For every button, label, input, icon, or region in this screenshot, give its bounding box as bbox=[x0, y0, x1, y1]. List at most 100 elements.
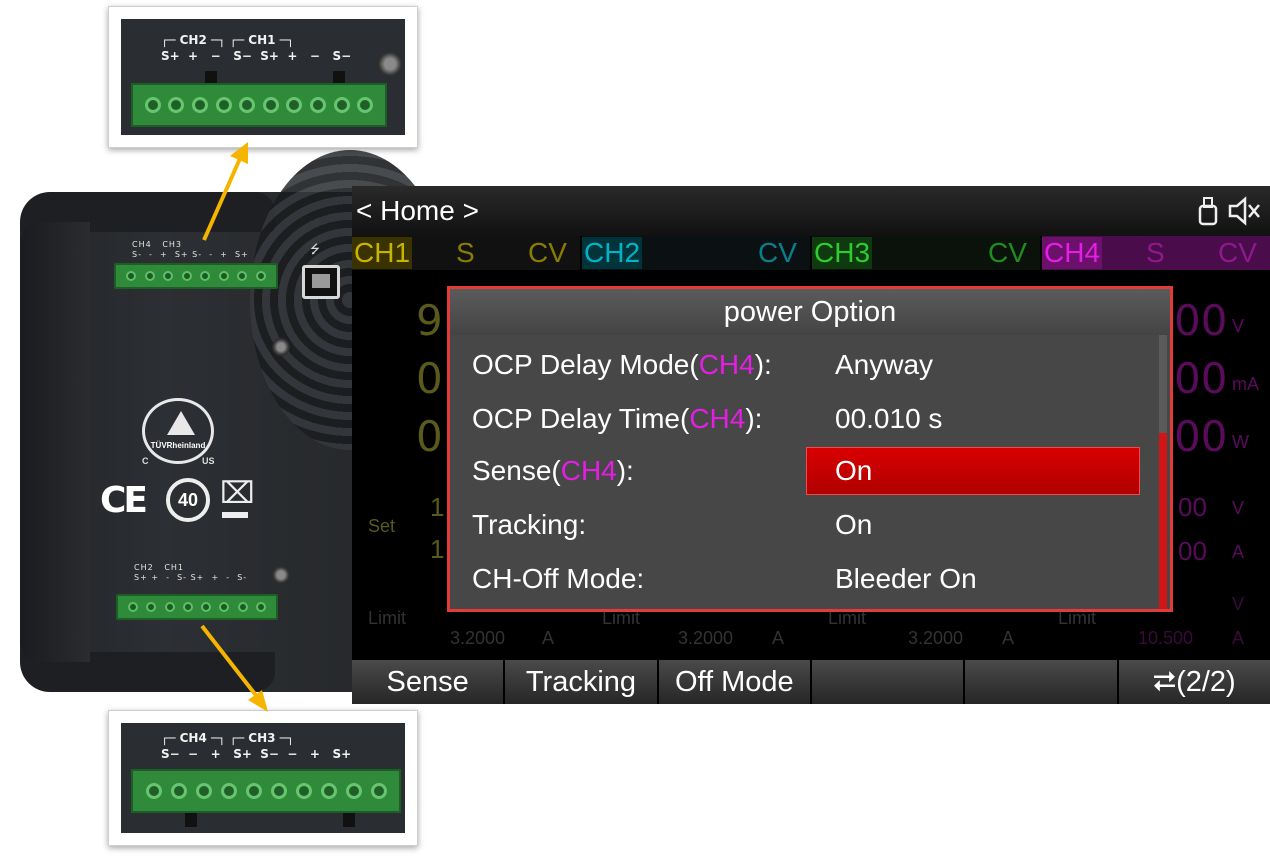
ch1-header[interactable]: CH1 S CV bbox=[352, 236, 580, 270]
softkey-bar: Sense Tracking Off Mode ⮂(2/2) bbox=[352, 660, 1270, 704]
ch4-current-unit: mA bbox=[1232, 374, 1259, 394]
power-option-dialog: power Option OCP Delay Mode(CH4): Anyway… bbox=[447, 286, 1173, 612]
rear-bottom-pin-labels: S+ + - S- S+ + - S- bbox=[134, 573, 248, 582]
option-value: Anyway bbox=[835, 349, 934, 380]
weee-bar bbox=[222, 512, 248, 518]
callout-ch4-ch3: ┌─ CH4 ─┐ ┌─ CH3 ─┐ S− − + S+ S− − + S+ bbox=[108, 710, 418, 846]
ch1-sense: S bbox=[456, 237, 475, 268]
arrow-to-top-callout bbox=[202, 142, 248, 241]
tuv-triangle-icon bbox=[167, 411, 195, 435]
softkey-tracking[interactable]: Tracking bbox=[505, 660, 657, 704]
ch1-set-value: 1 bbox=[430, 492, 445, 522]
terminal-tab bbox=[343, 813, 355, 827]
screw-icon bbox=[272, 566, 290, 584]
dialog-title: power Option bbox=[450, 289, 1170, 335]
softkey-page-toggle[interactable]: ⮂(2/2) bbox=[1118, 660, 1270, 704]
ch4-power-unit: W bbox=[1232, 432, 1249, 452]
left-rail bbox=[20, 222, 90, 662]
ch2-limit-unit: A bbox=[772, 628, 785, 648]
callout-terminal-block bbox=[131, 769, 401, 813]
softkey-empty-4[interactable] bbox=[811, 660, 964, 704]
ch1-tag: CH1 bbox=[352, 237, 413, 269]
arrow-to-bottom-callout bbox=[200, 624, 268, 712]
callout-terminal-block bbox=[131, 83, 387, 127]
softkey-sense[interactable]: Sense bbox=[352, 660, 504, 704]
option-label: OCP Delay Mode(CH4): bbox=[472, 349, 772, 380]
callout-pin-labels: S+ + − S− S+ + − S− bbox=[161, 49, 352, 63]
set-label: Set bbox=[368, 516, 396, 536]
option-value: Bleeder On bbox=[835, 563, 977, 594]
ch4-power-reading: 00 bbox=[1174, 412, 1228, 461]
tuv-logo: TÜVRheinland bbox=[142, 398, 214, 464]
ch4-tag: CH4 bbox=[1042, 237, 1103, 269]
terminal-tab bbox=[185, 813, 197, 827]
option-sense[interactable]: Sense(CH4): On bbox=[450, 447, 1170, 497]
screw-icon bbox=[272, 338, 290, 356]
ce-mark: CE bbox=[100, 480, 148, 521]
dialog-scrollbar[interactable] bbox=[1159, 335, 1167, 609]
ch3-header[interactable]: CH3 CV bbox=[812, 236, 1040, 270]
ch4-set-value: 00 bbox=[1178, 492, 1207, 522]
option-value: 00.010 s bbox=[835, 403, 943, 434]
option-value: On bbox=[835, 509, 873, 540]
ch4-current-reading: 00 bbox=[1174, 354, 1228, 403]
ch4-header[interactable]: CH4 S CV bbox=[1042, 236, 1270, 270]
usb-symbol-icon: ⭍ bbox=[310, 242, 320, 256]
scroll-thumb[interactable] bbox=[1159, 433, 1167, 609]
ch4-limit-unit: A bbox=[1232, 628, 1245, 648]
softkey-empty-5[interactable] bbox=[965, 660, 1117, 704]
ch1-mode: CV bbox=[528, 237, 567, 268]
ch4-mode: CV bbox=[1218, 237, 1257, 268]
lcd-screen: < Home > CH1 S CV CH2 CV CH3 CV CH4 S CV bbox=[352, 186, 1270, 704]
ch4-set-value: 00 bbox=[1178, 536, 1207, 566]
ch4-limit-unit: V bbox=[1232, 594, 1245, 614]
ch4-set-unit: V bbox=[1232, 498, 1245, 518]
callout-group-label: ┌─ CH4 ─┐ ┌─ CH3 ─┐ bbox=[161, 731, 295, 745]
ch3-tag: CH3 bbox=[812, 237, 873, 269]
option-ocp-delay-mode[interactable]: OCP Delay Mode(CH4): Anyway bbox=[450, 341, 1170, 391]
ch3-limit-value: 3.2000 bbox=[908, 628, 964, 648]
rear-terminal-ch4-ch3[interactable] bbox=[114, 263, 278, 289]
ch1-limit-value: 3.2000 bbox=[450, 628, 506, 648]
rear-ch4-ch3-label: CH4 CH3 bbox=[132, 240, 183, 249]
option-value: On bbox=[835, 455, 873, 486]
usb-drive-icon bbox=[1198, 196, 1218, 233]
ch2-limit-value: 3.2000 bbox=[678, 628, 734, 648]
option-ocp-delay-time[interactable]: OCP Delay Time(CH4): 00.010 s bbox=[450, 395, 1170, 445]
top-bar: < Home > bbox=[352, 186, 1270, 236]
ch3-limit-unit: A bbox=[1002, 628, 1015, 648]
forty-year-mark: 40 bbox=[166, 478, 210, 522]
ch4-set-unit: A bbox=[1232, 542, 1245, 562]
ch2-header[interactable]: CH2 CV bbox=[582, 236, 810, 270]
ch2-tag: CH2 bbox=[582, 237, 643, 269]
us-mark: US bbox=[202, 456, 215, 466]
ch4-voltage-unit: V bbox=[1232, 316, 1245, 336]
usb-b-port[interactable] bbox=[302, 265, 340, 299]
ch1-limit-unit: A bbox=[542, 628, 555, 648]
limit-label: Limit bbox=[368, 608, 407, 628]
rear-ch2-ch1-label: CH2 CH1 bbox=[134, 563, 185, 572]
screw-icon bbox=[377, 51, 403, 77]
rear-terminal-ch2-ch1[interactable] bbox=[116, 594, 278, 620]
option-tracking[interactable]: Tracking: On bbox=[450, 501, 1170, 551]
ch3-mode: CV bbox=[988, 237, 1027, 268]
softkey-off-mode[interactable]: Off Mode bbox=[658, 660, 810, 704]
option-label: Tracking: bbox=[472, 509, 587, 540]
option-label: OCP Delay Time(CH4): bbox=[472, 403, 763, 434]
ch4-voltage-reading: 00 bbox=[1174, 296, 1228, 345]
breadcrumb[interactable]: < Home > bbox=[356, 195, 479, 227]
callout-group-label: ┌─ CH2 ─┐ ┌─ CH1 ─┐ bbox=[161, 33, 295, 47]
callout-pin-labels: S− − + S+ S− − + S+ bbox=[161, 747, 352, 761]
rear-top-pin-labels: S- - + S+ S- - + S+ bbox=[132, 250, 249, 259]
ch4-sense: S bbox=[1146, 237, 1165, 268]
option-ch-off-mode[interactable]: CH-Off Mode: Bleeder On bbox=[450, 555, 1170, 605]
channel-header-row: CH1 S CV CH2 CV CH3 CV CH4 S CV bbox=[352, 236, 1270, 270]
ch2-mode: CV bbox=[758, 237, 797, 268]
option-label: Sense(CH4): bbox=[472, 455, 634, 486]
tuv-text: TÜVRheinland bbox=[150, 441, 206, 450]
ch1-set-value: 1 bbox=[430, 534, 445, 564]
weee-bin-icon: ⌧ bbox=[220, 477, 255, 510]
speaker-muted-icon bbox=[1228, 196, 1262, 233]
option-label: CH-Off Mode: bbox=[472, 563, 645, 594]
callout-ch2-ch1: ┌─ CH2 ─┐ ┌─ CH1 ─┐ S+ + − S− S+ + − S− bbox=[108, 6, 418, 148]
